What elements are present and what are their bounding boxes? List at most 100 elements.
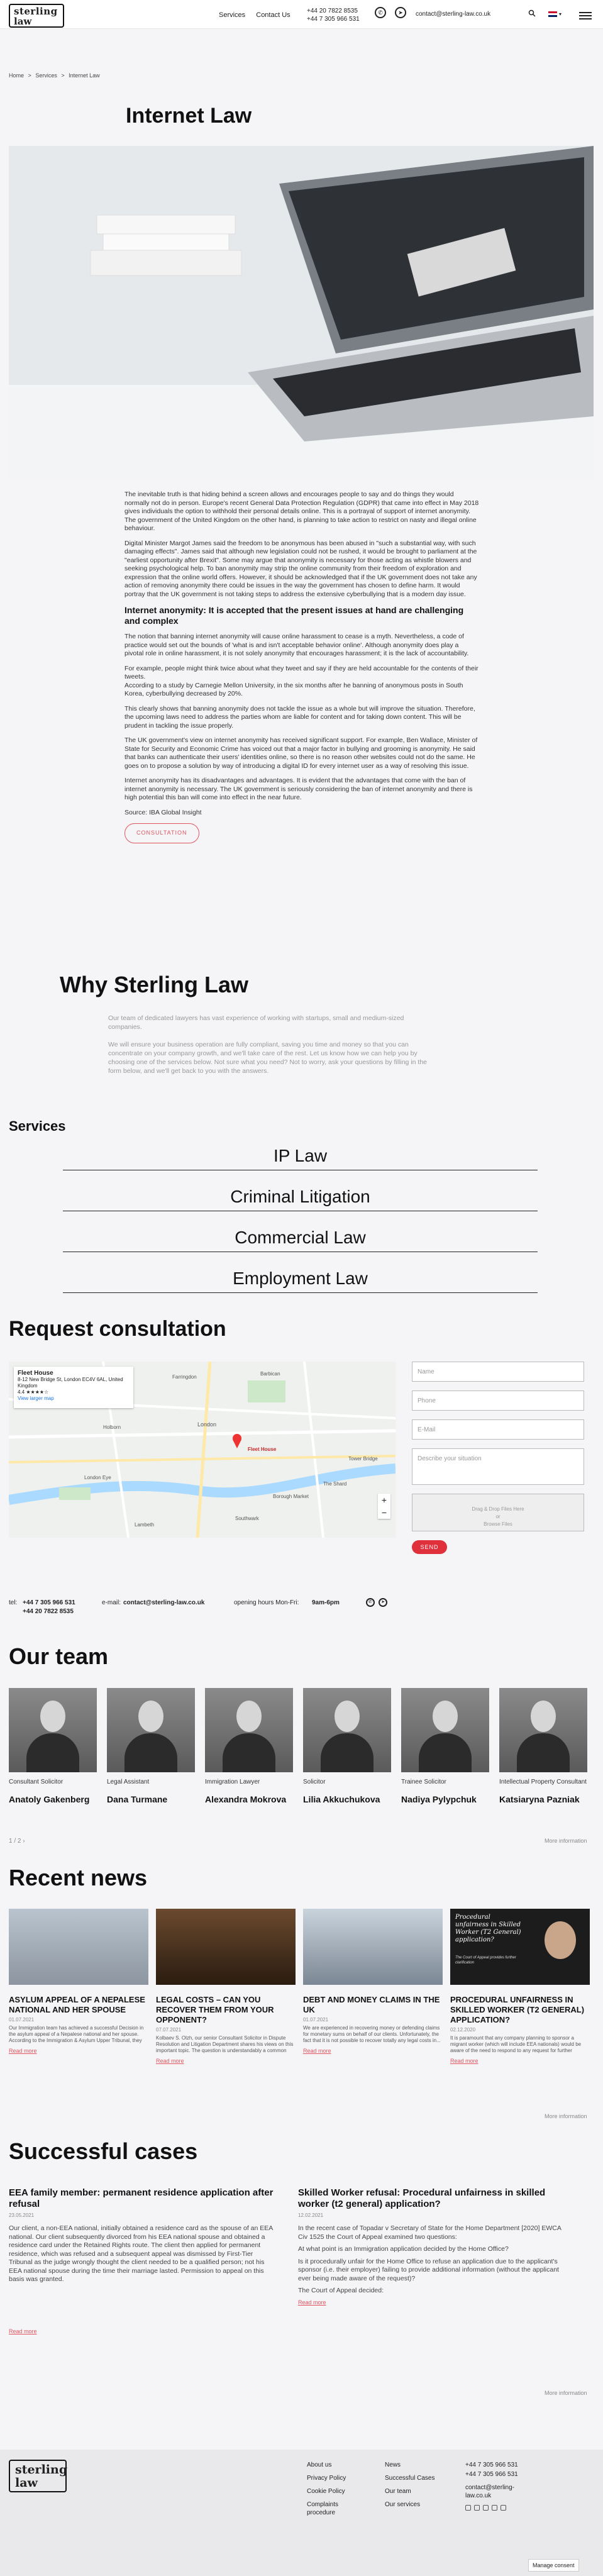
consultation-button[interactable]: CONSULTATION [124,823,199,843]
news-title[interactable]: PROCEDURAL UNFAIRNESS IN SKILLED WORKER … [450,1995,590,2025]
team-member-card[interactable]: Intellectual Property Consultant Katsiar… [499,1688,587,1804]
team-name[interactable]: Katsiaryna Pazniak [499,1794,587,1804]
news-image: Procedural unfairness in Skilled Worker … [450,1909,590,1985]
read-more-link[interactable]: Read more [303,2048,443,2054]
team-pager[interactable]: 1 / 2 › [9,1838,25,1845]
cases-more-info-link[interactable]: More information [545,2390,587,2396]
site-logo[interactable]: sterling law [9,4,64,28]
team-member-card[interactable]: Immigration Lawyer Alexandra Mokrova [205,1688,293,1804]
footer-link[interactable]: Our team [385,2487,435,2496]
uk-flag-icon[interactable] [548,11,557,17]
why-paragraph: Our team of dedicated lawyers has vast e… [108,1014,404,1031]
footer-link[interactable]: News [385,2461,435,2469]
team-name[interactable]: Nadiya Pylypchuk [401,1794,489,1804]
footer-link[interactable]: Our services [385,2501,435,2509]
read-more-link[interactable]: Read more [156,2058,296,2064]
news-card[interactable]: LEGAL COSTS – CAN YOU RECOVER THEM FROM … [156,1909,296,2064]
header-phone1[interactable]: +44 20 7822 8535 [307,7,360,15]
tel-value2[interactable]: +44 20 7822 8535 [23,1608,74,1615]
situation-textarea[interactable]: Describe your situation [412,1448,584,1485]
whatsapp-icon[interactable]: ✆ [375,7,386,18]
youtube-icon[interactable] [501,2505,506,2511]
team-name[interactable]: Lilia Akkuchukova [303,1794,391,1804]
send-button[interactable]: SEND [412,1540,447,1554]
facebook-icon[interactable] [465,2505,471,2511]
team-member-card[interactable]: Solicitor Lilia Akkuchukova [303,1688,391,1804]
whatsapp-icon[interactable]: ✆ [366,1598,375,1607]
news-card[interactable]: DEBT AND MONEY CLAIMS IN THE UK 01.07.20… [303,1909,443,2054]
case-date: 23.05.2021 [9,2212,35,2218]
instagram-icon[interactable] [474,2505,480,2511]
case-title[interactable]: Skilled Worker refusal: Procedural unfai… [298,2187,565,2210]
news-card[interactable]: ASYLUM APPEAL OF A NEPALESE NATIONAL AND… [9,1909,148,2054]
linkedin-icon[interactable] [483,2505,489,2511]
read-more-link[interactable]: Read more [9,2048,148,2054]
team-member-card[interactable]: Trainee Solicitor Nadiya Pylypchuk [401,1688,489,1804]
telegram-icon[interactable]: ➤ [395,7,406,18]
news-image-overlay-sub: The Court of Appeal provides further cla… [455,1956,516,1965]
breadcrumb-services[interactable]: Services [35,72,57,79]
team-member-card[interactable]: Legal Assistant Dana Turmane [107,1688,195,1804]
map-larger-link[interactable]: View larger map [18,1396,130,1402]
news-excerpt: It is paramount that any company plannin… [450,2035,582,2053]
team-name[interactable]: Alexandra Mokrova [205,1794,293,1804]
twitter-icon[interactable] [492,2505,497,2511]
footer-phone[interactable]: +44 7 305 966 531 [465,2461,534,2469]
browse-files-button[interactable]: Browse Files [418,1521,578,1528]
hero-image [9,146,594,479]
email-field[interactable]: E-Mail [412,1419,584,1440]
news-title[interactable]: ASYLUM APPEAL OF A NEPALESE NATIONAL AND… [9,1995,148,2015]
map-label: Southwark [235,1516,259,1521]
footer-link[interactable]: Complaints procedure [307,2501,363,2517]
file-dropzone[interactable]: Drag & Drop Files Here or Browse Files [412,1494,584,1531]
email-value[interactable]: contact@sterling-law.co.uk [123,1599,204,1606]
footer-link[interactable]: Cookie Policy [307,2487,363,2496]
news-title[interactable]: LEGAL COSTS – CAN YOU RECOVER THEM FROM … [156,1995,296,2025]
read-more-link[interactable]: Read more [450,2058,590,2064]
cases-heading: Successful cases [9,2138,198,2164]
map-zoom-controls[interactable]: + − [378,1494,390,1519]
read-more-link[interactable]: Read more [298,2299,565,2306]
header-phones: +44 20 7822 8535 +44 7 305 966 531 [307,7,360,23]
manage-consent-button[interactable]: Manage consent [528,2559,579,2572]
hamburger-menu-icon[interactable] [579,12,592,21]
read-more-link[interactable]: Read more [9,2328,276,2334]
map-label: Borough Market [273,1494,309,1499]
name-field[interactable]: Name [412,1362,584,1382]
service-commercial-law[interactable]: Commercial Law [63,1228,538,1252]
case-title[interactable]: EEA family member: permanent residence a… [9,2187,276,2210]
footer-logo[interactable]: sterling law [9,2460,67,2492]
breadcrumb-current: Internet Law [69,72,100,79]
footer-phone[interactable]: +44 7 305 966 531 [465,2470,534,2479]
team-member-card[interactable]: Consultant Solicitor Anatoly Gakenberg [9,1688,97,1804]
news-card[interactable]: Procedural unfairness in Skilled Worker … [450,1909,590,2064]
service-ip-law[interactable]: IP Law [63,1146,538,1170]
search-icon[interactable] [528,9,536,17]
news-more-info-link[interactable]: More information [545,2113,587,2119]
nav-contact-us[interactable]: Contact Us [256,11,290,19]
google-map[interactable]: Fleet House 8-12 New Bridge St, London E… [9,1362,396,1538]
header-phone2[interactable]: +44 7 305 966 531 [307,15,360,23]
phone-field[interactable]: Phone [412,1391,584,1411]
footer-link[interactable]: Successful Cases [385,2474,435,2482]
footer-link[interactable]: About us [307,2461,363,2469]
service-criminal-litigation[interactable]: Criminal Litigation [63,1187,538,1211]
breadcrumb-home[interactable]: Home [9,72,24,79]
article-paragraph: The UK government's view on internet ano… [124,736,478,770]
page-title: Internet Law [126,104,252,128]
case-card[interactable]: EEA family member: permanent residence a… [9,2187,276,2334]
news-title[interactable]: DEBT AND MONEY CLAIMS IN THE UK [303,1995,443,2015]
footer-email[interactable]: contact@sterling-law.co.uk [465,2484,534,2500]
telegram-icon[interactable]: ➤ [379,1598,387,1607]
chevron-down-icon[interactable]: ▾ [559,11,562,17]
team-more-info-link[interactable]: More information [545,1838,587,1844]
team-photo [205,1688,293,1772]
team-name[interactable]: Anatoly Gakenberg [9,1794,97,1804]
service-employment-law[interactable]: Employment Law [63,1269,538,1293]
header-email[interactable]: contact@sterling-law.co.uk [416,11,490,18]
tel-value1[interactable]: +44 7 305 966 531 [23,1599,75,1606]
case-card[interactable]: Skilled Worker refusal: Procedural unfai… [298,2187,565,2306]
nav-services[interactable]: Services [219,11,245,19]
team-name[interactable]: Dana Turmane [107,1794,195,1804]
footer-link[interactable]: Privacy Policy [307,2474,363,2482]
